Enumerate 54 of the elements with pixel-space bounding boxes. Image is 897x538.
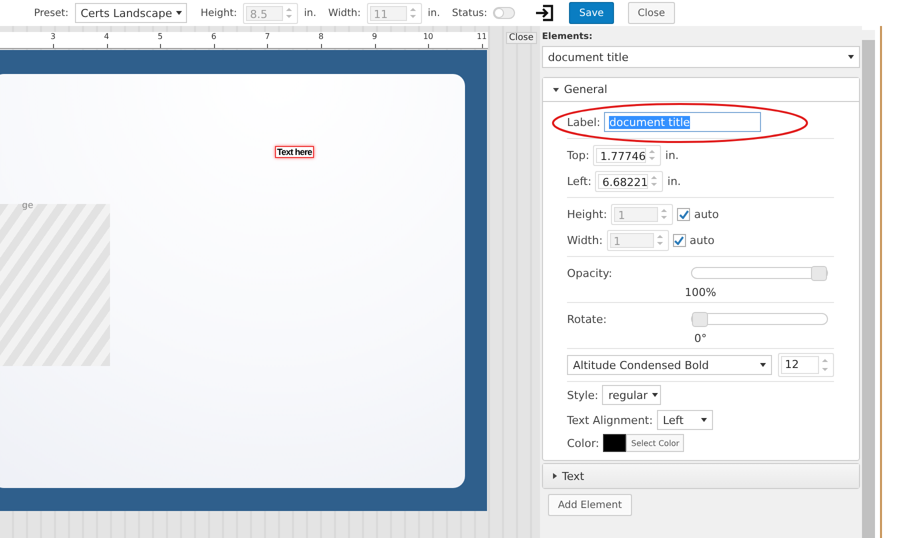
section-header[interactable]: General [543,78,859,102]
caret-icon [553,88,559,92]
checkbox-label: auto [690,234,714,246]
width-label: Width: [328,8,361,18]
slider-reading: 100% [684,286,716,299]
section-title: Text [562,470,584,482]
color-swatch[interactable] [603,434,626,452]
font-size-field[interactable]: 12 [778,353,834,377]
tooltip: Close [506,32,537,44]
unit-label: in. [304,8,316,18]
field-label: Color: [567,436,600,450]
field-label: Style: [567,388,598,402]
caret-icon [553,473,557,479]
checkbox-label: auto [694,208,719,220]
scrollbar[interactable] [862,30,875,538]
preset-label: Preset: [34,8,69,18]
elements-label: Elements: [542,31,594,44]
number-field[interactable]: 1.77746 [593,144,662,166]
field-label: Width: [567,234,603,246]
section-header[interactable]: Text [543,464,859,488]
select-color-button[interactable]: Select Color [626,434,684,452]
slider-track[interactable] [691,267,828,279]
field-label: Height: [567,208,608,220]
unit-label: in. [428,8,440,18]
save-button[interactable]: Save [569,2,614,24]
sign-in-icon[interactable] [535,3,556,23]
style-select[interactable]: regular [602,385,662,405]
alignment-select[interactable]: Left [656,410,713,430]
field-label: Label: [567,116,600,128]
close-button[interactable]: Close [628,2,676,24]
slider-label: Rotate: [567,312,607,326]
slider-track[interactable] [691,313,828,325]
status-label: Status: [452,8,488,18]
add-element-button[interactable]: Add Element [548,494,632,516]
slider-reading: 0° [694,332,707,345]
preset-select[interactable]: Certs Landscape [74,3,187,23]
font-select[interactable]: Altitude Condensed Bold [567,355,772,375]
text-element[interactable]: Text here [275,146,314,158]
image-placeholder[interactable] [0,204,110,366]
slider-label: Opacity: [567,266,612,280]
image-caption: ge [22,201,34,211]
unit-label: in. [665,148,679,162]
slider-thumb[interactable] [811,266,827,281]
field-label: Text Alignment: [567,414,653,426]
field-label: Left: [567,174,592,188]
ruler: 3 4 5 6 7 8 9 10 11 [0,32,488,49]
unit-label: in. [667,174,681,188]
slider-thumb[interactable] [692,312,708,327]
height-label: Height: [200,8,237,18]
status-toggle[interactable] [493,7,516,19]
section-title: General [564,83,608,96]
field-label: Top: [567,148,590,162]
number-field[interactable]: 6.68221 [595,170,664,192]
element-select[interactable]: document title [542,46,860,68]
